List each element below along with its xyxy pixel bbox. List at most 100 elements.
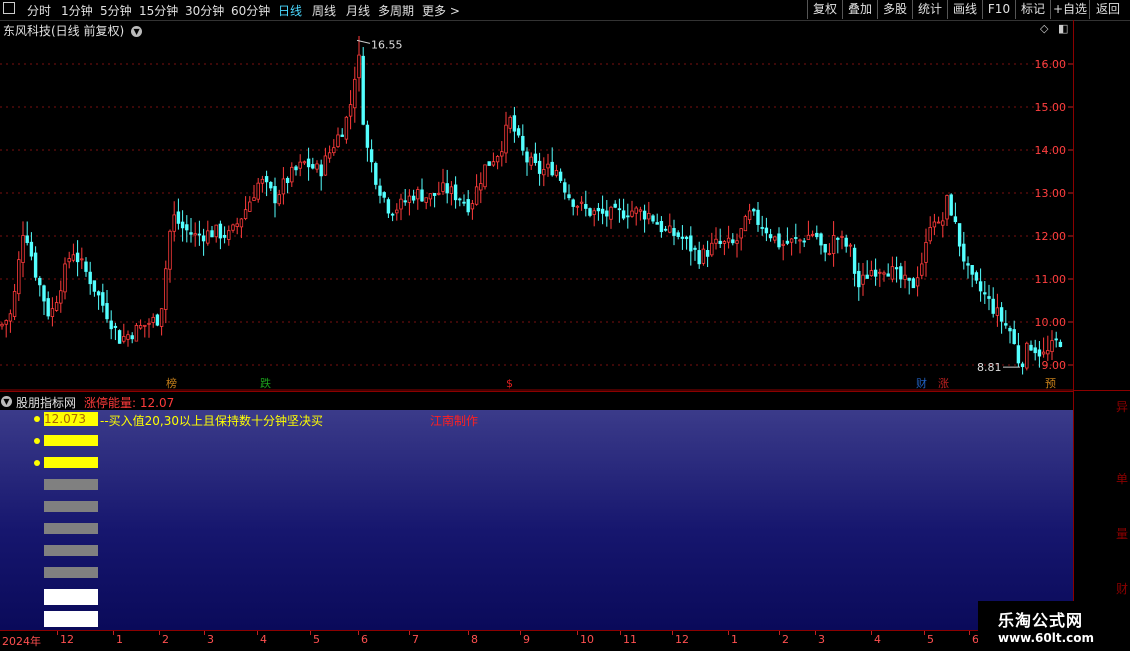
indicator-bar <box>44 501 98 512</box>
date-label: 4 <box>874 633 881 646</box>
date-label: 10 <box>580 633 594 646</box>
candle-body <box>605 210 609 217</box>
f10-button[interactable]: F10 <box>982 0 1015 19</box>
statistics-button[interactable]: 统计 <box>912 0 947 19</box>
date-label: 9 <box>523 633 530 646</box>
candle-body <box>844 237 848 247</box>
date-label: 12 <box>60 633 74 646</box>
candle-body <box>672 228 676 236</box>
candle-body <box>890 266 895 280</box>
period-tab-30min[interactable]: 30分钟 <box>185 2 224 19</box>
candle-body <box>546 163 550 169</box>
period-tab-monthly[interactable]: 月线 <box>346 2 370 19</box>
candle-body <box>735 240 739 244</box>
period-tab-1min[interactable]: 1分钟 <box>61 2 93 19</box>
add-favorite-button[interactable]: +自选 <box>1050 0 1089 19</box>
candle-body <box>50 308 55 317</box>
panel-toggle-icon[interactable]: ◧ <box>1058 22 1068 35</box>
candle-body <box>159 308 164 327</box>
candle-body <box>214 224 218 238</box>
diamond-icon[interactable]: ◇ <box>1040 22 1048 35</box>
y-tick-label: 11.00 <box>1035 273 1067 286</box>
candle-body <box>974 272 979 281</box>
candle-body <box>789 238 794 243</box>
candle-body <box>302 161 307 164</box>
period-tab-15min[interactable]: 15分钟 <box>139 2 178 19</box>
date-tick <box>577 631 578 635</box>
period-tab-multi[interactable]: 多周期 <box>378 2 414 19</box>
candle-body <box>155 314 160 326</box>
candle-body <box>768 234 773 239</box>
candle-body <box>466 199 470 213</box>
period-tab-weekly[interactable]: 周线 <box>312 2 336 19</box>
side-char-2[interactable]: 单 <box>1116 470 1128 487</box>
date-tick <box>204 631 205 635</box>
period-tab-5min[interactable]: 5分钟 <box>100 2 132 19</box>
period-tab-60min[interactable]: 60分钟 <box>231 2 270 19</box>
candle-body <box>231 224 235 231</box>
candle-body <box>722 241 727 244</box>
candle-body <box>105 303 109 320</box>
candle-body <box>378 185 382 196</box>
candle-body <box>277 194 281 205</box>
y-tick-label: 13.00 <box>1035 187 1067 200</box>
candle-body <box>907 277 911 281</box>
y-tick-label: 14.00 <box>1035 144 1067 157</box>
date-label: 1 <box>116 633 123 646</box>
candle-body <box>542 169 546 176</box>
candle-body <box>420 189 424 202</box>
y-tick-label: 9.00 <box>1042 359 1067 372</box>
back-button[interactable]: 返回 <box>1089 0 1126 19</box>
candle-body <box>827 253 832 255</box>
overlay-button[interactable]: 叠加 <box>842 0 877 19</box>
side-char-3[interactable]: 量 <box>1116 525 1128 542</box>
indicator-panel[interactable] <box>0 410 1073 630</box>
period-tab-daily[interactable]: 日线 <box>278 2 302 19</box>
candle-body <box>264 176 269 183</box>
date-label: 2024年 <box>2 635 41 648</box>
indicator-name[interactable]: 股朋指标网 <box>16 394 76 411</box>
candle-body <box>1046 350 1050 355</box>
candle-body <box>189 232 193 235</box>
candle-body <box>437 192 441 195</box>
candle-body <box>365 124 370 148</box>
candle-body <box>33 252 38 278</box>
candle-body <box>281 178 286 195</box>
candle-body <box>512 115 517 132</box>
period-tab-fenshi[interactable]: 分时 <box>27 2 51 19</box>
candle-body <box>101 292 105 306</box>
event-marker-2: $ <box>506 377 513 390</box>
side-char-1[interactable]: 异 <box>1116 398 1128 415</box>
candle-body <box>453 184 458 201</box>
candle-body <box>424 197 428 203</box>
candle-body <box>441 182 445 192</box>
candle-body <box>462 201 466 204</box>
candle-body <box>563 182 567 193</box>
draw-line-button[interactable]: 画线 <box>947 0 982 19</box>
circle-menu-icon[interactable] <box>3 2 15 17</box>
mark-button[interactable]: 标记 <box>1015 0 1050 19</box>
candle-body <box>638 209 643 212</box>
candle-body <box>726 237 731 243</box>
candle-body <box>71 254 76 261</box>
multi-stock-button[interactable]: 多股 <box>877 0 912 19</box>
candle-body <box>59 290 63 304</box>
period-tab-more[interactable]: 更多 > <box>422 2 460 19</box>
chevron-down-icon[interactable]: ▼ <box>1 396 12 407</box>
watermark-title: 乐淘公式网 <box>998 611 1084 630</box>
side-char-4[interactable]: 财 <box>1116 580 1128 597</box>
candle-body <box>794 237 798 239</box>
candle-body <box>449 186 454 194</box>
candle-body <box>487 161 491 166</box>
candle-body <box>886 273 890 277</box>
candle-body <box>760 227 764 229</box>
candle-body <box>75 252 80 263</box>
candle-body <box>369 149 374 163</box>
candle-body <box>701 248 706 264</box>
candle-body <box>987 296 991 299</box>
indicator-bar <box>44 589 98 605</box>
y-tick-label: 10.00 <box>1035 316 1067 329</box>
candlestick-chart[interactable]: 16.00 15.00 14.00 13.00 12.00 11.00 10.00 9.00 1… <box>0 36 1130 391</box>
fuquan-button[interactable]: 复权 <box>807 0 842 19</box>
candle-body <box>1050 340 1054 353</box>
